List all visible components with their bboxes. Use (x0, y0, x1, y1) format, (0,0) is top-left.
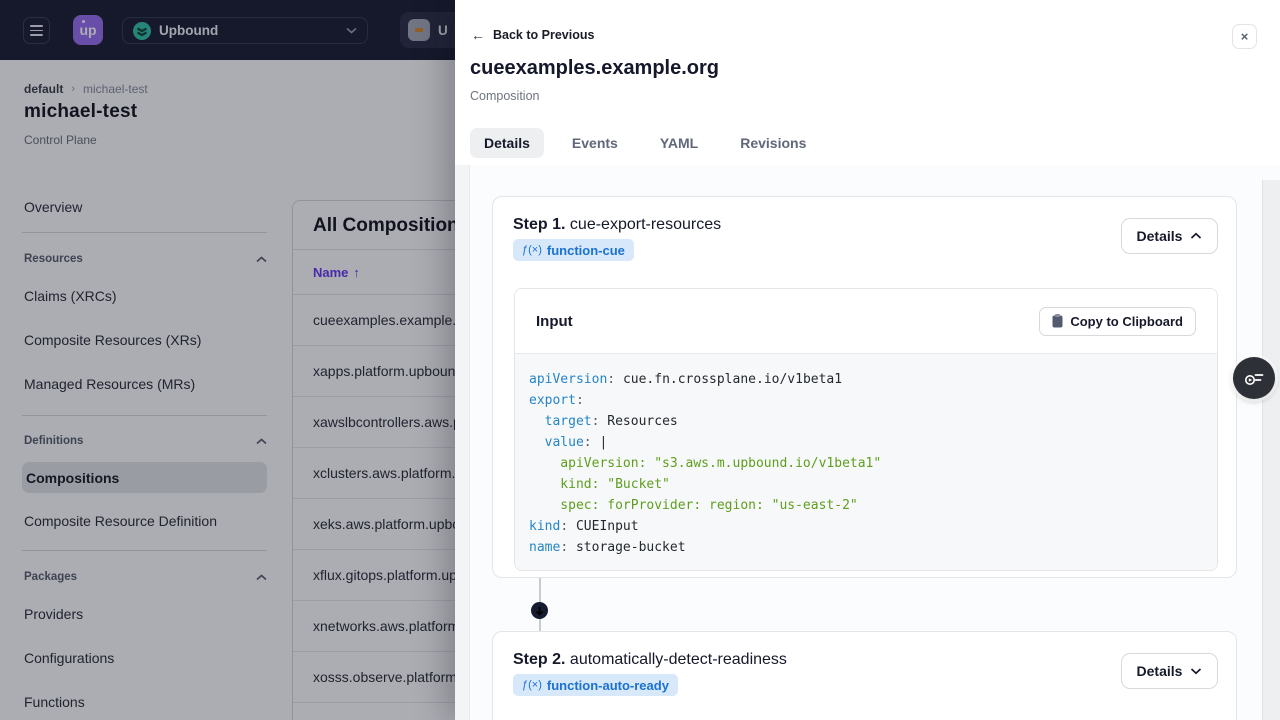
pipeline-arrow-node (531, 602, 548, 619)
composition-type-label: Composition (470, 89, 540, 103)
panel-scroll-body: Step 1. cue-export-resources ƒ(×) functi… (455, 165, 1280, 720)
composition-name-title: cueexamples.example.org (470, 57, 720, 79)
back-to-previous-link[interactable]: ← Back to Previous (471, 28, 594, 42)
step-2-details-button[interactable]: Details (1121, 653, 1218, 689)
clipboard-icon (1052, 314, 1063, 328)
function-badge[interactable]: ƒ(×) function-cue (513, 239, 634, 261)
function-name: function-cue (546, 242, 625, 258)
panel-tabs: Details Events YAML Revisions (470, 128, 820, 158)
feedback-form-icon (1245, 374, 1264, 385)
step-input-card: Input Copy to Clipboard apiVersion: cue.… (514, 288, 1218, 571)
arrow-down-icon (535, 606, 544, 616)
input-header: Input Copy to Clipboard (515, 289, 1217, 353)
step-1-title: Step 1. cue-export-resources (513, 216, 722, 233)
chevron-down-icon (1191, 668, 1202, 675)
function-icon: ƒ(×) (522, 244, 542, 256)
step-2-name: automatically-detect-readiness (569, 651, 787, 668)
close-panel-button[interactable]: × (1232, 24, 1257, 49)
tab-events[interactable]: Events (558, 128, 632, 158)
step-1-name: cue-export-resources (569, 216, 722, 233)
tab-yaml[interactable]: YAML (646, 128, 712, 158)
copy-to-clipboard-button[interactable]: Copy to Clipboard (1039, 306, 1196, 336)
function-name: function-auto-ready (546, 677, 669, 693)
code-block: apiVersion: cue.fn.crossplane.io/v1beta1… (515, 353, 1217, 570)
panel-scrollbar[interactable] (1262, 180, 1280, 720)
panel-left-gutter (455, 165, 470, 720)
pipeline-step-2-card: Step 2. automatically-detect-readiness ƒ… (492, 631, 1237, 720)
feedback-widget-button[interactable] (1233, 357, 1275, 399)
step-2-title: Step 2. automatically-detect-readiness (513, 651, 787, 668)
chevron-up-icon (1191, 232, 1202, 239)
tab-details[interactable]: Details (470, 128, 544, 158)
back-arrow-icon: ← (471, 27, 485, 43)
close-icon: × (1240, 29, 1249, 44)
step-1-details-button[interactable]: Details (1121, 218, 1218, 254)
input-title: Input (536, 312, 573, 330)
tab-revisions[interactable]: Revisions (726, 128, 820, 158)
screen: up Upbound U default › michael-test mich… (0, 0, 1280, 720)
function-icon: ƒ(×) (522, 679, 542, 691)
pipeline-step-1-card: Step 1. cue-export-resources ƒ(×) functi… (492, 196, 1237, 578)
function-badge[interactable]: ƒ(×) function-auto-ready (513, 674, 678, 696)
